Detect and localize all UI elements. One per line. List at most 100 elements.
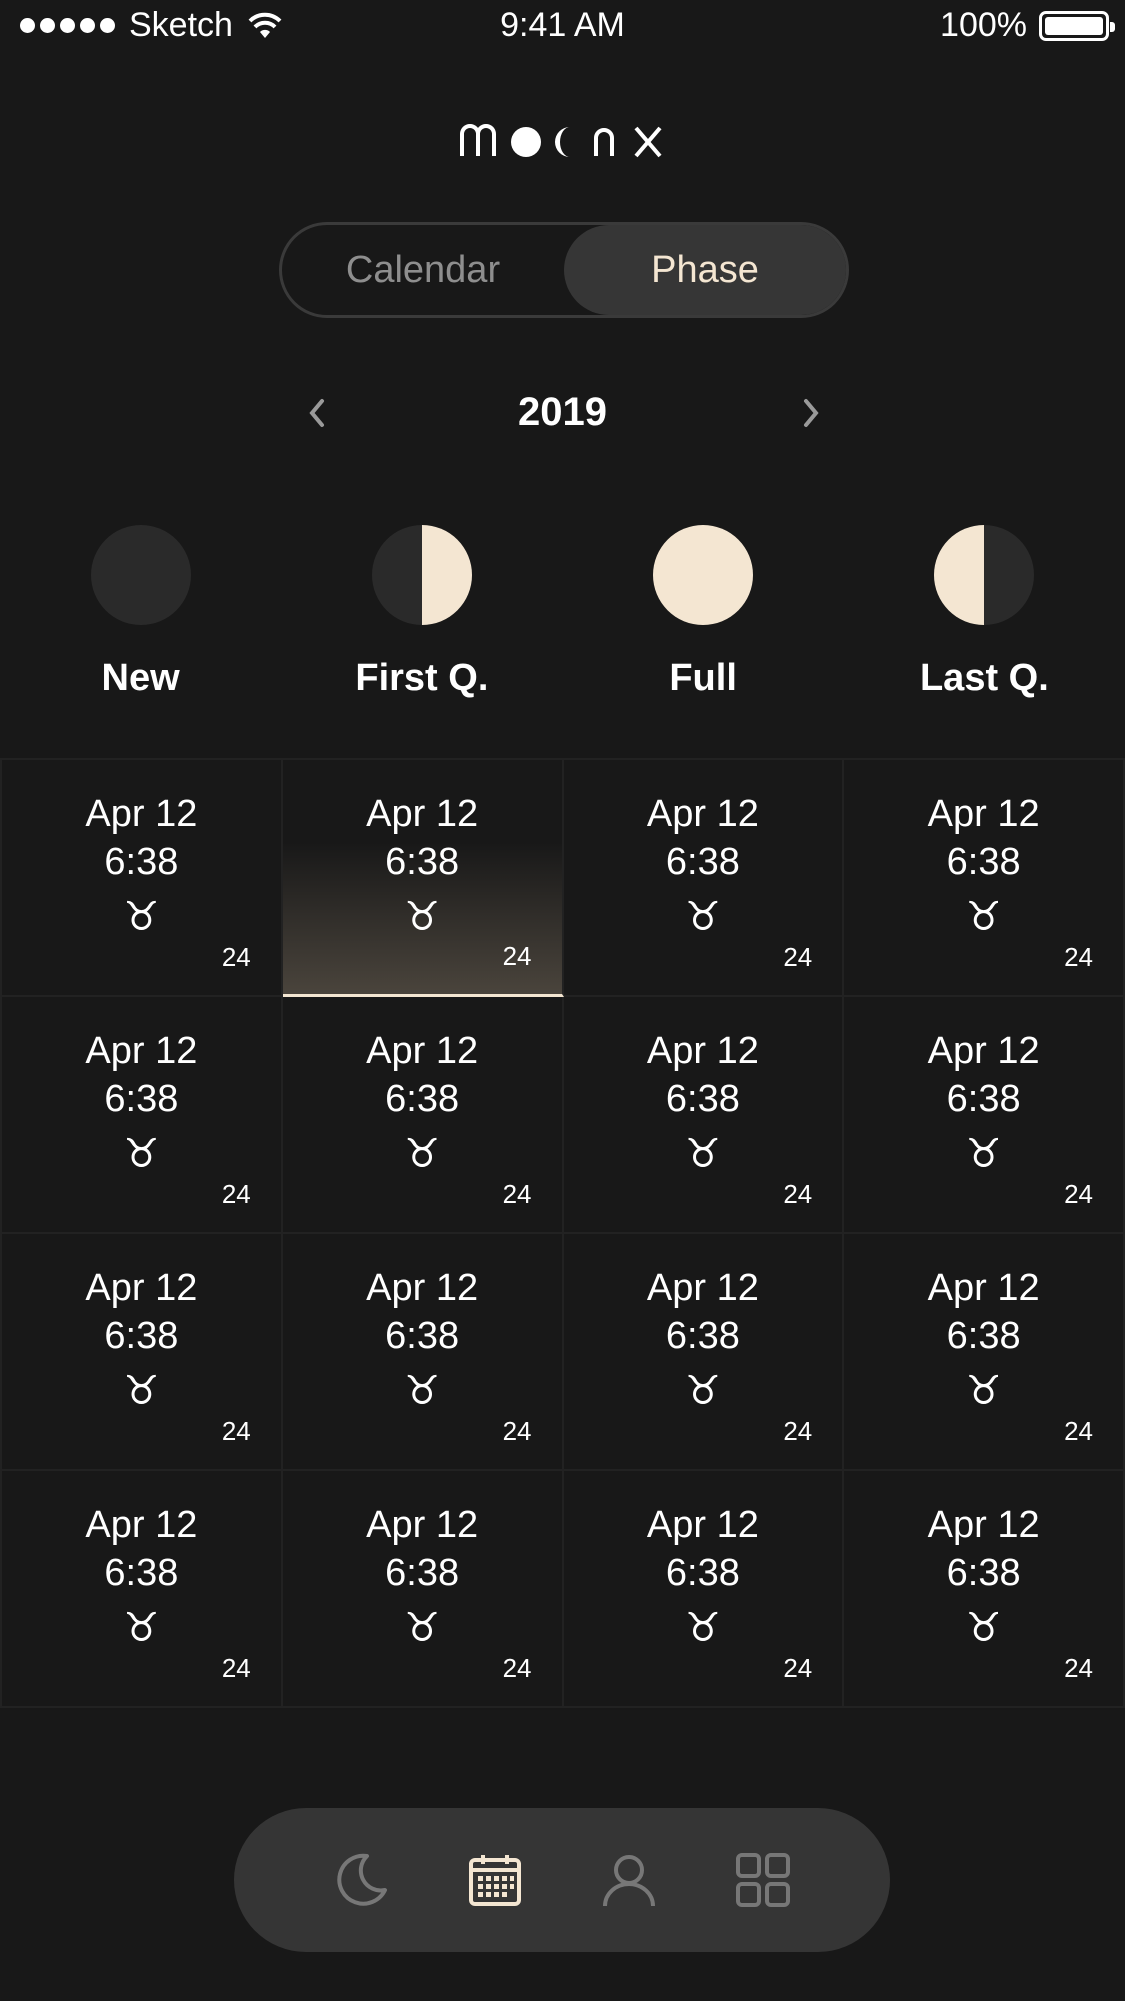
cell-time: 6:38 [104,1552,179,1594]
phase-cell[interactable]: Apr 12 6:38 ♉ 24 [563,1471,845,1708]
phase-last-quarter: Last Q. [844,525,1125,725]
cell-time: 6:38 [946,841,1021,883]
status-right: 100% [940,6,1115,45]
phase-cell[interactable]: Apr 12 6:38 ♉ 24 [563,997,845,1234]
battery-percent: 100% [940,6,1027,44]
cell-time: 6:38 [665,1552,740,1594]
cell-date: Apr 12 [646,793,759,835]
cell-date: Apr 12 [927,1030,1040,1072]
year-navigation: 2019 [0,385,1125,445]
calendar-icon [469,1855,521,1906]
cell-time: 6:38 [946,1315,1021,1357]
cell-number: 24 [1064,1179,1093,1209]
new-moon-icon [90,525,191,625]
cell-number: 24 [221,942,251,972]
cell-time: 6:38 [946,1552,1021,1594]
taurus-icon: ♉ [684,1131,721,1177]
taurus-icon: ♉ [123,894,160,940]
taurus-icon: ♉ [123,1605,160,1651]
cell-number: 24 [502,1179,532,1209]
segment-calendar[interactable]: Calendar [282,225,564,315]
cell-number: 24 [221,1653,251,1683]
last-quarter-icon [934,525,1035,625]
cell-time: 6:38 [665,841,740,883]
cell-number: 24 [1064,1416,1093,1446]
taurus-icon: ♉ [404,1368,441,1414]
phase-cell[interactable]: Apr 12 6:38 ♉ 24 [2,1471,283,1708]
full-moon-icon [653,525,754,625]
status-bar: Sketch 9:41 AM 100% [0,0,1125,56]
taurus-icon: ♉ [965,1605,1002,1651]
cell-number: 24 [502,1416,532,1446]
user-icon [603,1855,655,1907]
cell-date: Apr 12 [927,1504,1040,1546]
phase-cell[interactable]: Apr 12 6:38 ♉ 24 [563,1234,845,1471]
phase-cell[interactable]: Apr 12 6:38 ♉ 24 [844,997,1125,1234]
cell-number: 24 [783,1653,813,1683]
cell-time: 6:38 [104,1315,179,1357]
cell-date: Apr 12 [85,793,198,835]
phase-first-quarter: First Q. [281,525,562,725]
cell-time: 6:38 [946,1078,1021,1120]
phase-cell[interactable]: Apr 12 6:38 ♉ 24 [844,1234,1125,1471]
phase-cell[interactable]: Apr 12 6:38 ♉ 24 [844,1471,1125,1708]
segment-phase[interactable]: Phase [564,225,846,315]
tab-more[interactable] [733,1850,793,1910]
moon-icon [337,1853,387,1906]
tab-profile[interactable] [599,1850,659,1910]
taurus-icon: ♉ [684,1368,721,1414]
cell-number: 24 [783,942,813,972]
cell-number: 24 [221,1416,251,1446]
cell-number: 24 [502,941,532,971]
taurus-icon: ♉ [123,1131,160,1177]
cell-time: 6:38 [665,1315,740,1357]
tab-moon[interactable] [331,1850,391,1910]
moonx-logo-icon: moonx [459,124,662,158]
phase-cell[interactable]: Apr 12 6:38 ♉ 24 [2,760,283,997]
phase-cell[interactable]: Apr 12 6:38 ♉ 24 [282,1471,564,1708]
cell-time: 6:38 [385,1552,460,1594]
tab-calendar[interactable] [465,1850,525,1910]
phase-cell[interactable]: Apr 12 6:38 ♉ 24 [563,760,845,997]
taurus-icon: ♉ [684,1605,721,1651]
phase-cell[interactable]: Apr 12 6:38 ♉ 24 [282,760,564,997]
phase-label: New [101,657,180,699]
phase-label: First Q. [355,657,489,699]
cell-date: Apr 12 [85,1504,198,1546]
cell-time: 6:38 [665,1078,740,1120]
tab-bar [234,1808,890,1952]
cell-time: 6:38 [385,841,460,883]
phase-full: Full [563,525,844,725]
battery-icon [1039,10,1115,41]
taurus-icon: ♉ [684,894,721,940]
view-segmented-control: Calendar Phase [279,222,849,318]
phase-cell[interactable]: Apr 12 6:38 ♉ 24 [282,1234,564,1471]
taurus-icon: ♉ [404,1605,441,1651]
cell-date: Apr 12 [85,1030,198,1072]
cell-date: Apr 12 [927,1267,1040,1309]
phase-cell[interactable]: Apr 12 6:38 ♉ 24 [844,760,1125,997]
app-logo: moonx [0,100,1125,165]
phase-new: New [0,525,281,725]
cell-time: 6:38 [385,1078,460,1120]
cell-date: Apr 12 [646,1030,759,1072]
cell-date: Apr 12 [366,793,479,835]
chevron-right-icon[interactable] [792,395,828,431]
phase-cell[interactable]: Apr 12 6:38 ♉ 24 [2,1234,283,1471]
phase-cell[interactable]: Apr 12 6:38 ♉ 24 [282,997,564,1234]
taurus-icon: ♉ [123,1368,160,1414]
taurus-icon: ♉ [965,1131,1002,1177]
taurus-icon: ♉ [404,894,441,940]
cell-number: 24 [783,1179,813,1209]
first-quarter-icon [371,525,472,625]
grid-icon [736,1853,790,1907]
phase-cell[interactable]: Apr 12 6:38 ♉ 24 [2,997,283,1234]
cell-date: Apr 12 [366,1504,479,1546]
cell-number: 24 [1064,1653,1093,1683]
cell-date: Apr 12 [646,1504,759,1546]
year-label: 2019 [518,390,607,434]
phase-label: Full [669,657,737,699]
cell-time: 6:38 [104,1078,179,1120]
cell-number: 24 [221,1179,251,1209]
cell-date: Apr 12 [927,793,1040,835]
